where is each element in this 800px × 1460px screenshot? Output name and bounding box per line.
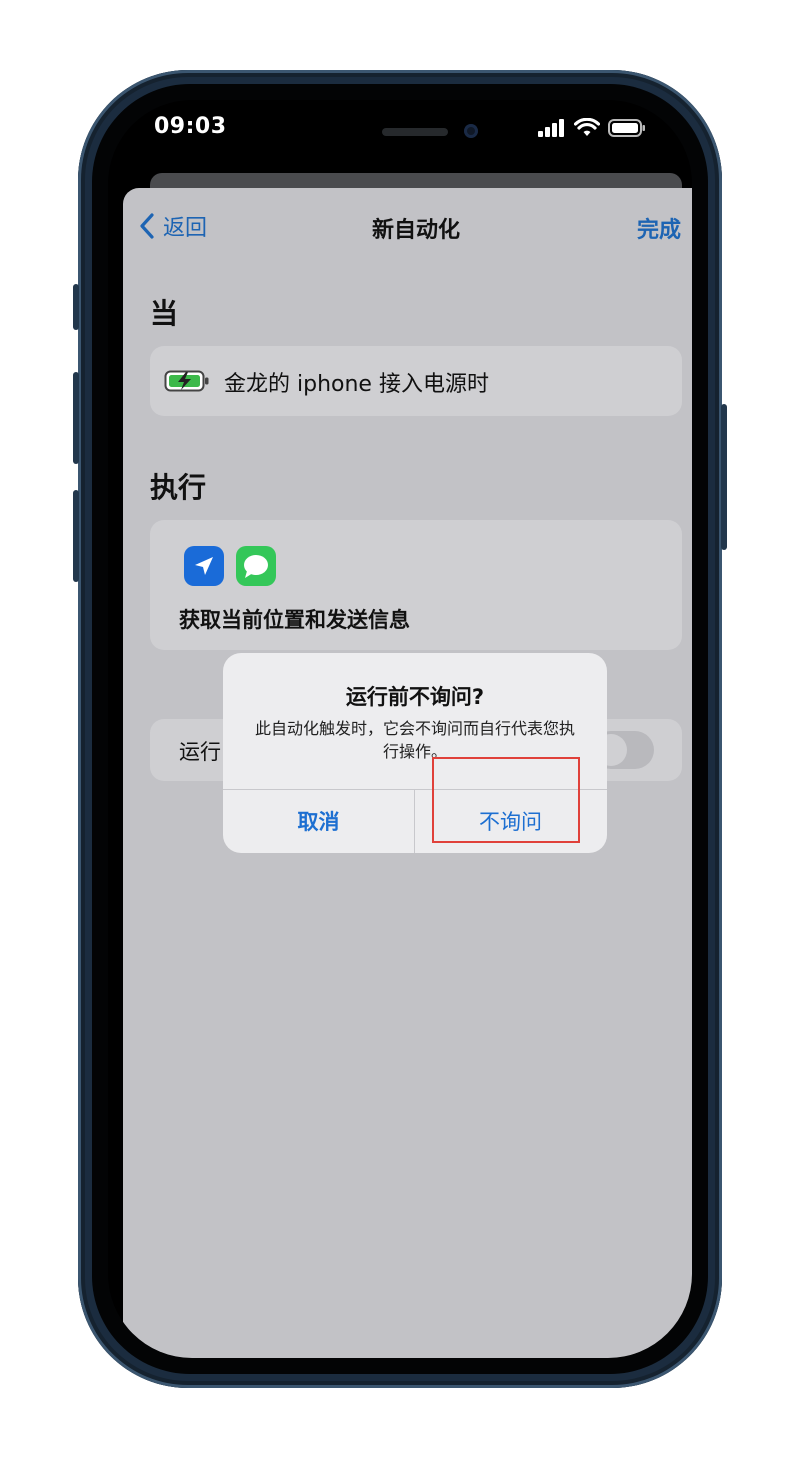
front-camera (464, 124, 478, 138)
do-heading: 执行 (150, 471, 207, 504)
highlight-annotation (432, 757, 580, 843)
volume-up-button (73, 372, 79, 464)
done-button[interactable]: 完成 (637, 212, 681, 244)
speech-bubble-glyph (244, 555, 268, 578)
wifi-icon (574, 118, 600, 136)
earpiece-speaker (382, 128, 448, 136)
page-title: 新自动化 (371, 218, 460, 243)
cancel-button[interactable]: 取消 (223, 789, 414, 853)
when-heading: 当 (150, 297, 179, 330)
trigger-label: 金龙的 iphone 接入电源时 (224, 372, 489, 397)
phone-bezel: 09:03 返回 新自动化 完成 当 金龙的 iphone 接入电源时 执行 获… (92, 84, 708, 1374)
status-time: 09:03 (154, 114, 227, 139)
trigger-card[interactable]: 金龙的 iphone 接入电源时 (150, 346, 682, 416)
volume-down-button (73, 490, 79, 582)
battery-icon (608, 119, 645, 137)
battery-charging-icon (164, 370, 209, 392)
location-arrow-glyph (195, 557, 213, 575)
silent-switch (73, 284, 79, 330)
action-title: 获取当前位置和发送信息 (179, 608, 410, 632)
status-icons (538, 118, 646, 138)
dialog-title: 运行前不询问? (345, 685, 485, 709)
power-button (721, 404, 727, 550)
ask-before-running-label: 运行 (179, 740, 221, 764)
messages-icon (236, 546, 276, 586)
cellular-signal-icon (538, 119, 564, 137)
automation-sheet: 返回 新自动化 完成 当 金龙的 iphone 接入电源时 执行 获取当前位置和… (123, 188, 692, 1358)
screen: 09:03 返回 新自动化 完成 当 金龙的 iphone 接入电源时 执行 获… (108, 100, 692, 1358)
location-arrow-icon (184, 546, 224, 586)
action-card[interactable]: 获取当前位置和发送信息 (150, 520, 682, 650)
